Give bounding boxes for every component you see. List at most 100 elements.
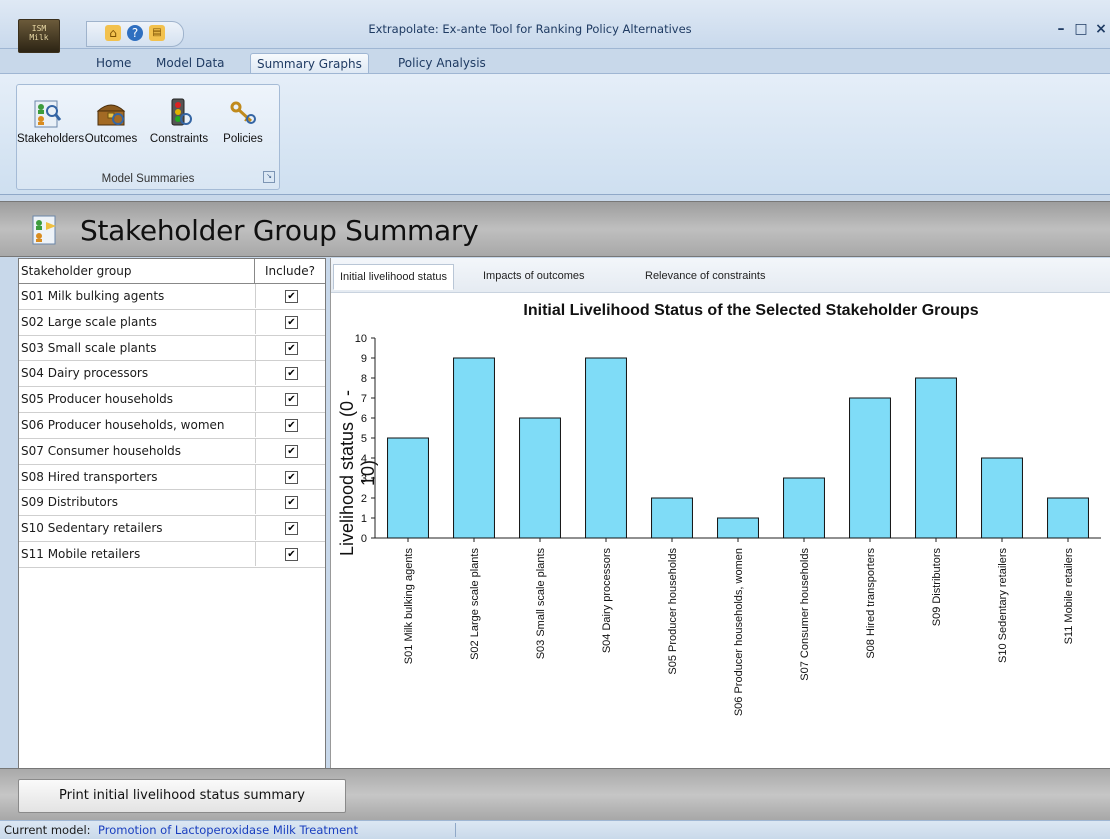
bar: [651, 497, 693, 539]
bar: [1047, 497, 1089, 539]
column-header-stakeholder-group[interactable]: Stakeholder group: [19, 259, 255, 283]
treasure-chest-icon: [95, 97, 127, 129]
include-checkbox[interactable]: ✔: [285, 418, 298, 432]
bar-chart: 0 1 2 3 4 5 6 7 8 9 10 S01 Milk bulking agents S02 L…: [355, 333, 1101, 716]
current-model-link[interactable]: Promotion of Lactoperoxidase Milk Treatm…: [98, 821, 358, 839]
tab-home[interactable]: Home: [90, 53, 137, 73]
table-row[interactable]: S11 Mobile retailers ✔: [19, 541, 325, 568]
x-tick-label: S03 Small scale plants: [535, 548, 547, 660]
outcomes-button[interactable]: Outcomes: [81, 91, 141, 161]
tab-relevance-of-constraints[interactable]: Relevance of constraints: [639, 264, 771, 288]
dialog-launcher-icon[interactable]: ↘: [263, 171, 275, 183]
home-icon[interactable]: ⌂: [105, 25, 121, 41]
table-header: Stakeholder group Include?: [19, 259, 325, 284]
bar: [387, 437, 429, 539]
y-tick-label: 7: [361, 393, 367, 405]
ribbon-group-model-summaries: Stakeholders Outcomes Constraints Polici…: [16, 84, 280, 190]
x-tick-label: S07 Consumer households: [799, 548, 811, 681]
stakeholders-button[interactable]: Stakeholders: [17, 91, 85, 161]
constraints-label: Constraints: [149, 133, 209, 145]
column-header-include[interactable]: Include?: [255, 259, 325, 283]
table-row[interactable]: S09 Distributors ✔: [19, 490, 325, 517]
bar: [585, 357, 627, 539]
document-icon[interactable]: ▤: [149, 25, 165, 41]
include-checkbox[interactable]: ✔: [285, 341, 298, 355]
include-cell: ✔: [255, 438, 325, 463]
include-cell: ✔: [255, 541, 325, 566]
help-icon[interactable]: ?: [127, 25, 143, 41]
stakeholder-group-cell: S04 Dairy processors: [21, 366, 149, 381]
stakeholder-group-cell: S08 Hired transporters: [21, 469, 158, 484]
policies-label: Policies: [223, 133, 263, 145]
tab-impacts-of-outcomes[interactable]: Impacts of outcomes: [477, 264, 591, 288]
table-row[interactable]: S03 Small scale plants ✔: [19, 335, 325, 362]
include-checkbox[interactable]: ✔: [285, 315, 298, 329]
y-tick-label: 5: [361, 433, 367, 445]
close-button[interactable]: ×: [1092, 20, 1110, 38]
y-tick-label: 1: [361, 513, 367, 525]
policies-button[interactable]: Policies: [213, 91, 273, 161]
y-tick-label: 8: [361, 373, 367, 385]
table-row[interactable]: S04 Dairy processors ✔: [19, 361, 325, 388]
tab-model-data[interactable]: Model Data: [150, 53, 231, 73]
include-cell: ✔: [255, 490, 325, 515]
ribbon-tabs: Home Model Data Summary Graphs Policy An…: [0, 48, 1110, 74]
include-checkbox[interactable]: ✔: [285, 547, 298, 561]
print-summary-button[interactable]: Print initial livelihood status summary: [18, 779, 346, 813]
stakeholders-label: Stakeholders: [17, 133, 85, 145]
include-checkbox[interactable]: ✔: [285, 444, 298, 458]
bottom-action-bar: Print initial livelihood status summary: [0, 768, 1110, 821]
include-checkbox[interactable]: ✔: [285, 470, 298, 484]
traffic-light-icon: [163, 97, 195, 129]
app-logo-button[interactable]: ISM Milk: [18, 19, 60, 53]
status-separator: [455, 823, 456, 837]
minimize-button[interactable]: –: [1052, 20, 1070, 38]
y-tick-label: 10: [355, 333, 367, 345]
table-row[interactable]: S01 Milk bulking agents ✔: [19, 284, 325, 310]
ribbon-group-label: Model Summaries: [101, 173, 195, 185]
page-title: Stakeholder Group Summary: [80, 214, 479, 247]
x-tick-label: S02 Large scale plants: [469, 548, 481, 660]
stakeholder-group-cell: S06 Producer households, women: [21, 417, 225, 432]
y-tick-label: 0: [361, 533, 367, 545]
x-tick-label: S01 Milk bulking agents: [403, 548, 415, 665]
include-checkbox[interactable]: ✔: [285, 393, 298, 407]
include-checkbox[interactable]: ✔: [285, 496, 298, 510]
status-label: Current model:: [4, 823, 91, 837]
table-row[interactable]: S06 Producer households, women ✔: [19, 412, 325, 439]
stakeholder-group-cell: S10 Sedentary retailers: [21, 521, 163, 536]
x-tick-label: S06 Producer households, women: [733, 548, 745, 716]
include-checkbox[interactable]: ✔: [285, 290, 298, 303]
bar: [717, 517, 759, 539]
stakeholder-group-cell: S05 Producer households: [21, 392, 174, 407]
y-tick-label: 9: [361, 353, 367, 365]
table-row[interactable]: S10 Sedentary retailers ✔: [19, 516, 325, 542]
table-row[interactable]: S07 Consumer households ✔: [19, 438, 325, 465]
constraints-button[interactable]: Constraints: [149, 91, 209, 161]
include-checkbox[interactable]: ✔: [285, 522, 298, 536]
stakeholder-group-cell: S07 Consumer households: [21, 443, 182, 458]
include-cell: ✔: [255, 387, 325, 412]
include-cell: ✔: [255, 412, 325, 437]
tab-policy-analysis[interactable]: Policy Analysis: [392, 53, 492, 73]
tab-summary-graphs[interactable]: Summary Graphs: [250, 53, 369, 74]
quick-access-toolbar: ⌂ ? ▤: [86, 21, 184, 47]
bar: [849, 397, 891, 539]
y-tick-label: 6: [361, 413, 367, 425]
table-row[interactable]: S02 Large scale plants ✔: [19, 309, 325, 336]
stakeholders-icon: [31, 97, 63, 129]
include-cell: ✔: [255, 516, 325, 541]
x-tick-label: S05 Producer households: [667, 548, 679, 675]
include-cell: ✔: [255, 335, 325, 360]
bar: [981, 457, 1023, 539]
tab-initial-livelihood-status[interactable]: Initial livelihood status: [333, 264, 455, 290]
bar: [915, 377, 957, 539]
table-row[interactable]: S05 Producer households ✔: [19, 387, 325, 413]
maximize-button[interactable]: □: [1072, 20, 1090, 38]
include-checkbox[interactable]: ✔: [285, 367, 298, 381]
x-tick-label: S11 Mobile retailers: [1063, 548, 1075, 645]
x-tick-label: S09 Distributors: [931, 548, 943, 627]
bar: [783, 477, 825, 539]
table-row[interactable]: S08 Hired transporters ✔: [19, 464, 325, 491]
x-tick-label: S08 Hired transporters: [865, 548, 877, 659]
